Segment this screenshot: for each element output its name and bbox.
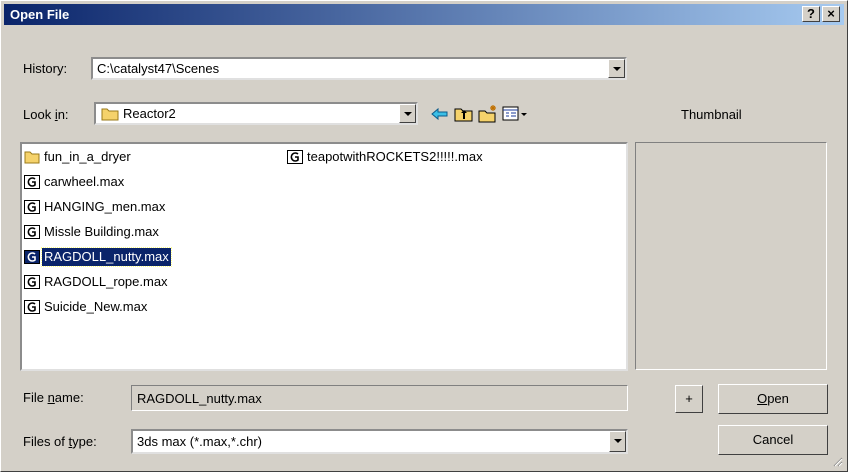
open-button-accel: O	[757, 391, 768, 406]
filename-field[interactable]: RAGDOLL_nutty.max	[131, 385, 628, 411]
folder-icon	[24, 151, 40, 164]
max-file-icon	[24, 275, 40, 289]
filetype-label: Files of type:	[23, 434, 97, 449]
max-file-icon	[287, 150, 303, 164]
file-name: RAGDOLL_rope.max	[44, 274, 168, 289]
lookin-label: Look in:	[23, 107, 69, 122]
max-file-icon	[24, 250, 40, 264]
max-file-icon	[24, 200, 40, 214]
file-name: fun_in_a_dryer	[44, 149, 131, 164]
filetype-label-text-end: ype:	[72, 434, 97, 449]
title-bar[interactable]: Open File	[4, 4, 844, 25]
file-name: Missle Building.max	[44, 224, 159, 239]
open-file-dialog: Open File ? × History: C:\catalyst47\Sce…	[0, 0, 848, 472]
filetype-value: 3ds max (*.max,*.chr)	[137, 434, 262, 449]
filetype-label-text: Files of	[23, 434, 69, 449]
lookin-value: Reactor2	[123, 106, 176, 121]
filename-label-text: File	[23, 390, 48, 405]
list-item[interactable]: HANGING_men.max	[24, 198, 167, 216]
filetype-dropdown-arrow[interactable]	[609, 431, 626, 452]
folder-icon	[101, 108, 119, 121]
file-name: Suicide_New.max	[44, 299, 148, 314]
filetype-combo[interactable]: 3ds max (*.max,*.chr)	[131, 429, 628, 454]
history-value: C:\catalyst47\Scenes	[97, 61, 220, 76]
lookin-dropdown-arrow[interactable]	[399, 104, 416, 123]
lookin-combo[interactable]: Reactor2	[94, 102, 418, 125]
open-button[interactable]: Open	[718, 384, 828, 414]
list-item[interactable]: Suicide_New.max	[24, 298, 149, 316]
open-button-label: pen	[767, 391, 789, 406]
list-item[interactable]: carwheel.max	[24, 173, 126, 191]
lookin-label-text-end: n:	[57, 107, 69, 122]
file-name: carwheel.max	[44, 174, 125, 189]
new-folder-icon[interactable]	[477, 103, 499, 125]
thumbnail-preview	[635, 142, 827, 370]
list-item-selected[interactable]: RAGDOLL_nutty.max	[24, 247, 172, 267]
file-name: RAGDOLL_nutty.max	[41, 247, 172, 267]
lookin-label-text: Look	[23, 107, 55, 122]
filename-value: RAGDOLL_nutty.max	[137, 391, 262, 406]
history-combo[interactable]: C:\catalyst47\Scenes	[91, 57, 627, 80]
max-file-icon	[24, 175, 40, 189]
help-button[interactable]: ?	[802, 6, 820, 22]
cancel-button[interactable]: Cancel	[718, 425, 828, 455]
history-dropdown-arrow[interactable]	[608, 59, 625, 78]
history-label: History:	[23, 61, 68, 76]
file-name: teapotwithROCKETS2!!!!!.max	[307, 149, 483, 164]
back-arrow-icon[interactable]	[429, 103, 451, 125]
view-menu-icon[interactable]	[501, 103, 531, 125]
window-title: Open File	[10, 7, 70, 22]
plus-button[interactable]: +	[675, 385, 703, 413]
filename-label: File name:	[23, 390, 84, 405]
filename-label-text-end: ame:	[54, 390, 84, 405]
file-name: HANGING_men.max	[44, 199, 166, 214]
thumbnail-label: Thumbnail	[681, 107, 742, 122]
list-item[interactable]: RAGDOLL_rope.max	[24, 273, 170, 291]
resize-grip-icon[interactable]	[831, 455, 843, 467]
up-folder-icon[interactable]	[453, 103, 475, 125]
list-item[interactable]: fun_in_a_dryer	[24, 148, 133, 166]
close-button[interactable]: ×	[822, 6, 840, 22]
list-item[interactable]: Missle Building.max	[24, 223, 161, 241]
file-list[interactable]: fun_in_a_dryer carwheel.max HANGING_men.…	[20, 142, 628, 371]
list-item[interactable]: teapotwithROCKETS2!!!!!.max	[287, 148, 485, 166]
max-file-icon	[24, 225, 40, 239]
filename-label-accel: n	[47, 390, 55, 405]
max-file-icon	[24, 300, 40, 314]
